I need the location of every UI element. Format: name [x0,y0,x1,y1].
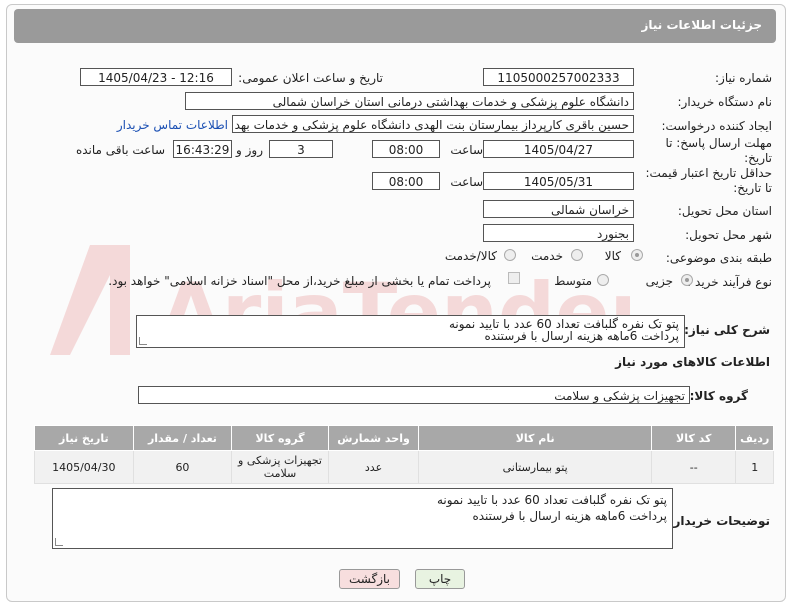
cell-date: 1405/04/30 [34,450,134,484]
buyer-notes-label: توضیحات خریدار: [668,514,770,528]
need-number-field: 1105000257002333 [483,68,634,86]
creator-field: حسین باقری کارپرداز بیمارستان بنت الهدی … [232,115,634,133]
col-code: کد کالا [651,425,737,451]
buyer-org-label: نام دستگاه خریدار: [677,95,773,109]
price-time-label: ساعت [450,175,483,189]
remaining-time-field: 16:43:29 [173,140,232,158]
process-radio-minor[interactable] [681,274,693,286]
table-row: 1 -- پتو بیمارستانی عدد تجهیزات پزشکی و … [34,450,774,484]
city-field: بجنورد [483,224,634,242]
goods-section-title: اطلاعات کالاهای مورد نیاز [615,355,770,369]
process-option-medium: متوسط [554,274,592,288]
price-time-field: 08:00 [372,172,440,190]
price-deadline-label: حداقل تاریخ اعتبار قیمت: تا تاریخ: [642,166,772,196]
print-button[interactable]: چاپ [415,569,465,589]
goods-table-header: ردیف کد کالا نام کالا واحد شمارش گروه کا… [34,425,774,451]
cell-unit: عدد [327,450,420,484]
treasury-checkbox[interactable] [508,272,520,284]
creator-label: ایجاد کننده درخواست: [661,119,772,133]
days-label: روز و [236,143,263,157]
resize-grip-icon[interactable] [55,538,63,546]
cell-group: تجهیزات پزشکی و سلامت [231,450,329,484]
reply-time-label: ساعت [450,143,483,157]
city-label: شهر محل تحویل: [685,228,772,242]
announce-field: 1405/04/23 - 12:16 [80,68,232,86]
col-name: نام کالا [418,425,653,451]
category-radio-service[interactable] [571,249,583,261]
resize-grip-icon[interactable] [139,337,147,345]
process-option-minor: جزیی [645,274,673,288]
reply-time-field: 08:00 [372,140,440,158]
announce-label: تاریخ و ساعت اعلان عمومی: [238,71,383,85]
cell-code: -- [651,450,737,484]
goods-table: ردیف کد کالا نام کالا واحد شمارش گروه کا… [34,425,774,484]
goods-group-field: تجهیزات پزشکی و سلامت [138,386,690,404]
buyer-notes-textarea[interactable]: پتو تک نفره گلبافت تعداد 60 عدد با تایید… [52,488,673,549]
title-bar: جزئیات اطلاعات نیاز [14,9,776,43]
col-row: ردیف [735,425,774,451]
reply-deadline-text: مهلت ارسال پاسخ: تا تاریخ: [665,136,772,165]
process-radio-medium[interactable] [597,274,609,286]
col-group: گروه کالا [231,425,329,451]
category-label: طبقه بندی موضوعی: [665,251,772,265]
category-option-goods: کالا [604,249,621,263]
col-unit: واحد شمارش [327,425,420,451]
need-number-label: شماره نیاز: [715,71,772,85]
buyer-notes-line-2: پرداخت 6ماهه هزینه ارسال با فرستنده [472,509,667,523]
buyer-org-field: دانشگاه علوم پزشکی و خدمات بهداشتی درمان… [185,92,634,110]
col-qty: تعداد / مقدار [132,425,233,451]
summary-textarea[interactable]: پتو تک نفره گلبافت تعداد 60 عدد با تایید… [136,315,685,348]
cell-qty: 60 [132,450,233,484]
remaining-label: ساعت باقی مانده [75,143,165,157]
cell-name: پتو بیمارستانی [418,450,653,484]
category-option-service: خدمت [531,249,563,263]
price-deadline-text: حداقل تاریخ اعتبار قیمت: تا تاریخ: [645,166,772,195]
page-title: جزئیات اطلاعات نیاز [641,18,762,32]
buyer-notes-line-1: پتو تک نفره گلبافت تعداد 60 عدد با تایید… [436,493,667,507]
category-radio-goods[interactable] [631,249,643,261]
province-label: استان محل تحویل: [677,204,772,218]
cell-row: 1 [735,450,774,484]
col-date: تاریخ نیاز [34,425,134,451]
summary-line-2: پرداخت 6ماهه هزینه ارسال با فرستنده [484,329,679,343]
category-option-both: کالا/خدمت [444,249,497,263]
summary-label: شرح کلی نیاز: [684,323,770,337]
contact-buyer-link[interactable]: اطلاعات تماس خریدار [117,118,228,132]
reply-date-field: 1405/04/27 [483,140,634,158]
payment-note: پرداخت تمام یا بخشی از مبلغ خرید،از محل … [108,274,491,288]
days-field: 3 [269,140,333,158]
category-radio-both[interactable] [504,249,516,261]
price-date-field: 1405/05/31 [483,172,634,190]
province-field: خراسان شمالی [483,200,634,218]
back-button[interactable]: بازگشت [339,569,400,589]
goods-group-label: گروه کالا: [689,389,748,403]
reply-deadline-label: مهلت ارسال پاسخ: تا تاریخ: [652,136,772,166]
process-label: نوع فرآیند خرید : [687,275,772,289]
